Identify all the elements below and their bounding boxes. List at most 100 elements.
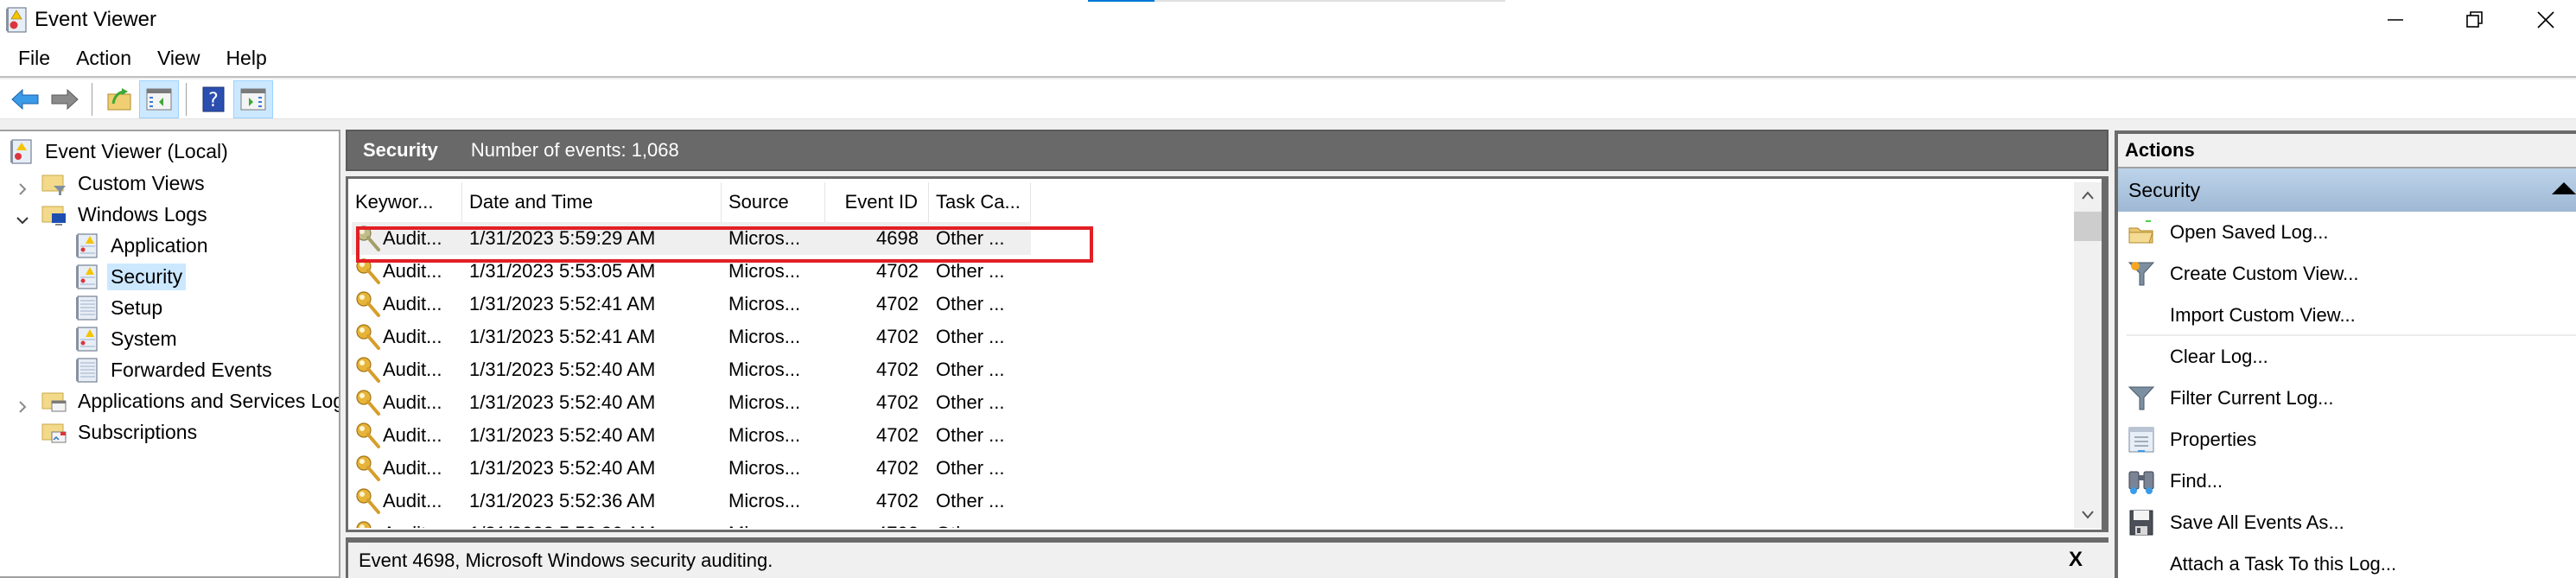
show-hide-action-pane-button[interactable] bbox=[233, 79, 273, 118]
menu-file[interactable]: File bbox=[9, 47, 60, 70]
log-name: Security bbox=[363, 139, 438, 161]
action-label: Save All Events As... bbox=[2170, 511, 2344, 533]
action-open-saved-log[interactable]: Open Saved Log... bbox=[2118, 212, 2576, 253]
chevron-down-icon bbox=[16, 217, 29, 225]
tree-item-system[interactable]: System bbox=[74, 323, 181, 354]
action-pane-icon bbox=[240, 88, 266, 110]
row-cells: Audit... 1/31/2023 5:52:41 AM Micros... 470… bbox=[352, 288, 1031, 321]
action-label: Filter Current Log... bbox=[2170, 387, 2334, 409]
scroll-thumb[interactable] bbox=[2074, 212, 2102, 241]
action-attach-a-task-to-this-log[interactable]: Attach a Task To this Log... bbox=[2118, 543, 2576, 578]
action-save-all-events-as[interactable]: Save All Events As... bbox=[2118, 502, 2576, 543]
create-filter-icon bbox=[2128, 262, 2155, 286]
cell-task-category: Other ... bbox=[936, 424, 1005, 446]
tree-item-custom-views[interactable]: Custom Views bbox=[41, 168, 208, 199]
cell-date-time: 1/31/2023 5:52:36 AM bbox=[469, 490, 656, 511]
tree-item-windows-logs[interactable]: Windows Logs bbox=[41, 199, 211, 230]
table-row[interactable]: Audit...1/31/2023 5:52:36 AMMicros...470… bbox=[352, 518, 2071, 528]
tree-label: Subscriptions bbox=[78, 420, 198, 443]
action-clear-log[interactable]: Clear Log... bbox=[2118, 336, 2576, 378]
table-row[interactable]: Audit... 1/31/2023 5:52:40 AM Micros... 470… bbox=[352, 353, 2071, 386]
tree-item-forwarded-events[interactable]: Forwarded Events bbox=[74, 354, 276, 385]
table-row[interactable]: Audit... 1/31/2023 5:52:41 AM Micros... 470… bbox=[352, 288, 2071, 321]
table-row[interactable]: Audit... 1/31/2023 5:52:40 AM Micros... 470… bbox=[352, 452, 2071, 485]
action-properties[interactable]: Properties bbox=[2118, 419, 2576, 460]
cell-source: Micros... bbox=[728, 457, 801, 479]
cell-keywords: Audit... bbox=[352, 257, 462, 285]
restore-button[interactable] bbox=[2435, 0, 2515, 40]
menu-help[interactable]: Help bbox=[216, 47, 276, 70]
detail-close-button[interactable]: X bbox=[2069, 548, 2083, 572]
help-button[interactable]: ? bbox=[194, 80, 233, 118]
scroll-down-button[interactable] bbox=[2074, 502, 2102, 528]
table-row[interactable]: Audit... 1/31/2023 5:52:41 AM Micros... 470… bbox=[352, 321, 2071, 353]
folder-up-icon bbox=[107, 87, 131, 110]
pane-header: Security Number of events: 1,068 bbox=[346, 130, 2109, 171]
chevron-right-icon bbox=[19, 401, 27, 413]
no-icon-spacer bbox=[2127, 342, 2156, 372]
back-button[interactable] bbox=[5, 80, 45, 118]
tree-item-security[interactable]: Security bbox=[74, 261, 187, 292]
cell-source: Micros... bbox=[728, 227, 801, 249]
audit-key-icon bbox=[356, 291, 380, 317]
back-arrow-icon bbox=[11, 88, 39, 110]
collapse-windows-logs-chevron[interactable] bbox=[14, 212, 31, 229]
column-header-date-time[interactable]: Date and Time bbox=[462, 182, 722, 222]
events-table: Keywor... Date and Time Source Event ID … bbox=[352, 182, 2071, 528]
show-hide-console-tree-button[interactable] bbox=[139, 79, 179, 118]
column-header-task-category[interactable]: Task Ca... bbox=[929, 182, 1031, 222]
event-log-icon bbox=[76, 358, 98, 383]
restore-icon bbox=[2466, 11, 2483, 28]
column-header-keywords[interactable]: Keywor... bbox=[352, 182, 462, 222]
action-label: Import Custom View... bbox=[2170, 304, 2356, 326]
cell-date-time: 1/31/2023 5:52:40 AM bbox=[469, 391, 656, 413]
close-button[interactable] bbox=[2515, 0, 2576, 40]
folder-filter-icon bbox=[41, 175, 66, 195]
tree-item-subscriptions[interactable]: Subscriptions bbox=[41, 416, 200, 448]
actions-section-security[interactable]: Security bbox=[2118, 168, 2576, 212]
table-row[interactable]: Audit... 1/31/2023 5:53:05 AM Micros... 470… bbox=[352, 255, 2071, 288]
table-row[interactable]: Audit... 1/31/2023 5:52:40 AM Micros... 470… bbox=[352, 386, 2071, 419]
forward-button[interactable] bbox=[45, 80, 85, 118]
table-row[interactable]: Audit... 1/31/2023 5:59:29 AM Micros... 469… bbox=[352, 222, 2071, 255]
tree-item-setup[interactable]: Setup bbox=[74, 292, 166, 323]
chevron-up-icon bbox=[2082, 191, 2094, 200]
minimize-button[interactable] bbox=[2356, 0, 2435, 40]
action-filter-current-log[interactable]: Filter Current Log... bbox=[2118, 378, 2576, 419]
event-list-pane: Security Number of events: 1,068 Keywor.… bbox=[346, 130, 2109, 578]
table-row[interactable]: Audit...1/31/2023 5:52:36 AMMicros...470… bbox=[352, 485, 2071, 518]
row-cells: Audit... 1/31/2023 5:52:40 AM Micros... 470… bbox=[352, 353, 1031, 386]
folder-computer-icon bbox=[41, 206, 66, 225]
action-find[interactable]: Find... bbox=[2118, 460, 2576, 502]
tree-item-applications-and-services-logs[interactable]: Applications and Services Logs bbox=[41, 385, 339, 416]
collapse-triangle-icon[interactable] bbox=[2552, 182, 2576, 194]
action-create-custom-view[interactable]: Create Custom View... bbox=[2118, 253, 2576, 295]
tree-item-event-viewer-local[interactable]: Event Viewer (Local) bbox=[9, 136, 232, 167]
table-row[interactable]: Audit... 1/31/2023 5:52:40 AM Micros... 470… bbox=[352, 419, 2071, 452]
vertical-scrollbar[interactable] bbox=[2074, 182, 2102, 528]
cell-source: Micros... bbox=[728, 424, 801, 446]
column-header-source[interactable]: Source bbox=[722, 182, 825, 222]
audit-key-icon bbox=[356, 357, 380, 383]
cell-event-id: 4702 bbox=[876, 326, 919, 347]
menu-view[interactable]: View bbox=[148, 47, 209, 70]
svg-text:?: ? bbox=[208, 90, 219, 111]
action-label: Find... bbox=[2170, 470, 2223, 492]
cell-source: Micros... bbox=[722, 523, 825, 528]
tree-item-application[interactable]: Application bbox=[74, 230, 212, 261]
tree-label: Forwarded Events bbox=[111, 358, 272, 381]
cell-source: Micros... bbox=[728, 326, 801, 347]
expand-app-services-chevron[interactable] bbox=[14, 398, 31, 416]
cell-date-time: 1/31/2023 5:52:40 AM bbox=[469, 359, 656, 380]
filter-icon bbox=[2128, 386, 2155, 410]
column-header-event-id[interactable]: Event ID bbox=[825, 182, 929, 222]
cell-source: Micros... bbox=[728, 293, 801, 314]
menu-action[interactable]: Action bbox=[67, 47, 141, 70]
action-import-custom-view[interactable]: Import Custom View... bbox=[2118, 295, 2576, 336]
scroll-up-button[interactable] bbox=[2074, 182, 2102, 208]
up-one-level-button[interactable] bbox=[99, 80, 139, 118]
cell-event-id: 4702 bbox=[876, 391, 919, 413]
actions-pane: Actions Security Open Saved Log... Create… bbox=[2115, 130, 2576, 578]
expand-custom-views-chevron[interactable] bbox=[14, 181, 31, 198]
events-table-frame: Keywor... Date and Time Source Event ID … bbox=[346, 176, 2109, 532]
